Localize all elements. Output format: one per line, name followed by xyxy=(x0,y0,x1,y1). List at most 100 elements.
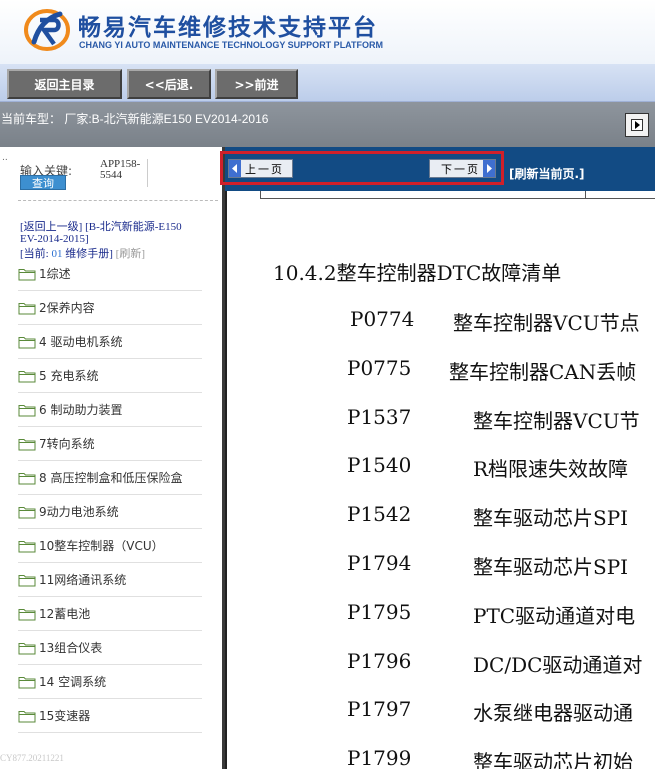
chapter-label: 11网络通讯系统 xyxy=(39,573,127,587)
dtc-description: PTC驱动通道对电 xyxy=(473,603,636,628)
chapter-label: 1综述 xyxy=(39,267,71,281)
site-header: 畅易汽车维修技术支持平台 CHANG YI AUTO MAINTENANCE T… xyxy=(0,0,655,64)
dtc-code: P1799 xyxy=(347,746,412,769)
dtc-description: 整车控制器VCU节点 xyxy=(453,311,640,335)
dtc-code: P0775 xyxy=(347,355,412,380)
dtc-row: P0775 整车控制器CAN丢帧 xyxy=(225,356,655,386)
dtc-description: 整车驱动芯片SPI xyxy=(473,555,629,579)
chapter-label: 2保养内容 xyxy=(39,301,95,315)
dtc-code: P1797 xyxy=(347,697,412,722)
watermark: CY877.20211221 xyxy=(0,753,64,763)
folder-icon xyxy=(18,336,36,348)
chapter-label: 4 驱动电机系统 xyxy=(39,335,123,349)
chapter-label: 9动力电池系统 xyxy=(39,505,119,519)
chapter-item[interactable]: 10整车控制器（VCU） xyxy=(18,529,202,563)
table-fragment-divider xyxy=(585,191,586,199)
chapter-item[interactable]: 6 制动助力装置 xyxy=(18,393,202,427)
chapter-label: 5 充电系统 xyxy=(39,369,99,383)
refresh-page-link[interactable]: [刷新当前页.] xyxy=(509,165,585,182)
chapter-item[interactable]: 13组合仪表 xyxy=(18,631,202,665)
chapter-label: 14 空调系统 xyxy=(39,675,107,689)
folder-icon xyxy=(18,642,36,654)
folder-icon xyxy=(18,438,36,450)
chapter-item[interactable]: 2保养内容 xyxy=(18,291,202,325)
search-input[interactable] xyxy=(100,159,148,187)
dtc-description: R档限速失效故障 xyxy=(473,457,629,482)
chapter-item[interactable]: 15变速器 xyxy=(18,699,202,733)
home-button[interactable]: 返回主目录 xyxy=(7,69,122,99)
sidebar: .. 输入关键: 查询 [返回上一级] [B-北汽新能源-E150 EV-201… xyxy=(0,147,222,769)
chapter-label: 13组合仪表 xyxy=(39,641,103,655)
dtc-description: 整车驱动芯片SPI xyxy=(473,506,629,531)
search-button[interactable]: 查询 xyxy=(20,175,66,190)
dtc-row: P1542 整车驱动芯片SPI xyxy=(225,502,655,532)
document-pane: 上一页 下一页 [刷新当前页.] 10.4.2整车控制器DTC故障清单 P077… xyxy=(220,147,655,769)
logo-icon xyxy=(24,9,70,51)
dtc-code: P1796 xyxy=(347,648,412,673)
dtc-code: P1795 xyxy=(347,599,412,624)
folder-icon xyxy=(18,506,36,518)
divider xyxy=(18,200,218,201)
dtc-row: P0774 整车控制器VCU节点 xyxy=(225,307,655,337)
dtc-row: P1796 DC/DC驱动通道对 xyxy=(225,649,655,679)
chapter-item[interactable]: 9动力电池系统 xyxy=(18,495,202,529)
dtc-row: P1537 整车控制器VCU节 xyxy=(225,405,655,435)
site-title: 畅易汽车维修技术支持平台 xyxy=(78,15,378,41)
chapter-item[interactable]: 7转向系统 xyxy=(18,427,202,461)
vehicle-bar: 当前车型： 厂家:B-北汽新能源E150 EV2014-2016 xyxy=(0,102,655,147)
table-fragment xyxy=(260,191,655,199)
chapter-item[interactable]: 11网络通讯系统 xyxy=(18,563,202,597)
dtc-description: 整车驱动芯片初始 xyxy=(473,750,633,769)
dtc-code: P1540 xyxy=(347,453,412,478)
folder-icon xyxy=(18,540,36,552)
back-button[interactable]: <<后退. xyxy=(127,69,211,99)
dtc-row: P1795 PTC驱动通道对电 xyxy=(225,600,655,630)
back-link[interactable]: [返回上一级] xyxy=(20,221,82,233)
chapter-label: 7转向系统 xyxy=(39,437,95,451)
chapter-label: 12蓄电池 xyxy=(39,607,91,621)
folder-icon xyxy=(18,268,36,280)
chapter-label: 6 制动助力装置 xyxy=(39,403,123,417)
site-subtitle: CHANG YI AUTO MAINTENANCE TECHNOLOGY SUP… xyxy=(79,40,384,50)
nav-bar: 返回主目录 <<后退. >>前进 xyxy=(0,64,655,102)
dtc-description: 水泵继电器驱动通 xyxy=(473,701,633,726)
dtc-code: P1794 xyxy=(347,551,412,575)
chapter-item[interactable]: 4 驱动电机系统 xyxy=(18,325,202,359)
chapter-label: 15变速器 xyxy=(39,709,91,723)
sidebar-dots: .. xyxy=(2,153,8,163)
chapter-item[interactable]: 5 充电系统 xyxy=(18,359,202,393)
folder-icon xyxy=(18,676,36,688)
arrow-right-icon xyxy=(631,119,643,131)
folder-icon xyxy=(18,574,36,586)
chapter-item[interactable]: 1综述 xyxy=(18,257,202,291)
dtc-row: P1799 整车驱动芯片初始 xyxy=(225,746,655,769)
expand-button[interactable] xyxy=(625,113,649,137)
folder-icon xyxy=(18,370,36,382)
section-heading: 10.4.2整车控制器DTC故障清单 xyxy=(273,261,562,285)
folder-icon xyxy=(18,472,36,484)
dtc-code: P0774 xyxy=(350,307,415,331)
chapter-item[interactable]: 14 空调系统 xyxy=(18,665,202,699)
folder-icon xyxy=(18,302,36,314)
chapter-item[interactable]: 12蓄电池 xyxy=(18,597,202,631)
chapter-list: 1综述 2保养内容 4 驱动电机系统 5 充电系统 6 制动助力装置 7转向系统 8 高压控… xyxy=(18,257,202,733)
page-toolbar: 上一页 下一页 [刷新当前页.] xyxy=(220,147,655,191)
chapter-label: 10整车控制器（VCU） xyxy=(39,539,164,553)
folder-icon xyxy=(18,710,36,722)
folder-icon xyxy=(18,404,36,416)
dtc-code: P1537 xyxy=(347,404,412,429)
chapter-label: 8 高压控制盒和低压保险盒 xyxy=(39,471,183,485)
dtc-row: P1797 水泵继电器驱动通 xyxy=(225,697,655,727)
highlight-frame xyxy=(220,151,504,185)
chapter-item[interactable]: 8 高压控制盒和低压保险盒 xyxy=(18,461,202,495)
dtc-description: 整车控制器VCU节 xyxy=(473,408,640,433)
folder-icon xyxy=(18,608,36,620)
dtc-row: P1794 整车驱动芯片SPI xyxy=(225,551,655,581)
dtc-row: P1540 R档限速失效故障 xyxy=(225,453,655,483)
current-vehicle-label: 当前车型： 厂家:B-北汽新能源E150 EV2014-2016 xyxy=(1,112,269,126)
dtc-code: P1542 xyxy=(347,502,412,527)
breadcrumb: [返回上一级] [B-北汽新能源-E150 EV-2014-2015] xyxy=(20,221,195,245)
forward-button[interactable]: >>前进 xyxy=(215,69,298,99)
dtc-description: DC/DC驱动通道对 xyxy=(473,652,643,677)
dtc-description: 整车控制器CAN丢帧 xyxy=(449,359,637,384)
